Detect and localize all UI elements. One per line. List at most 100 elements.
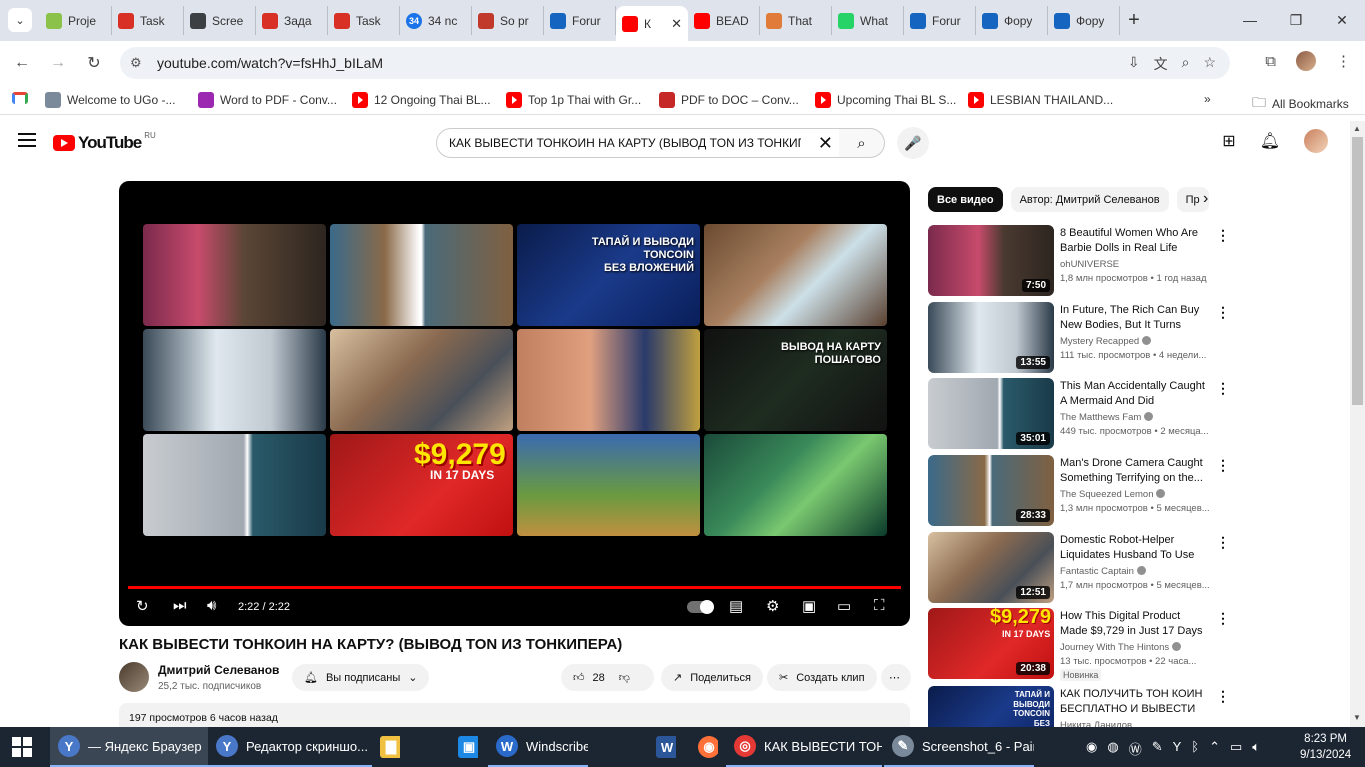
video-thumbnail[interactable]: 12:51: [928, 532, 1054, 603]
battery-icon[interactable]: ▭: [1230, 739, 1242, 758]
channel-name[interactable]: Mystery Recapped: [1060, 336, 1152, 347]
endscreen-video-8[interactable]: [143, 434, 326, 536]
video-player[interactable]: ТАПАЙ И ВЫВОДИ TONCOIN БЕЗ ВЛОЖЕНИЙ ВЫВОД…: [119, 181, 910, 626]
recommended-video[interactable]: $9,279 IN 17 DAYS 20:38 How This Digital Pr…: [928, 608, 1230, 681]
more-menu-icon[interactable]: ⋮: [1336, 52, 1351, 70]
windows-start-icon[interactable]: [12, 737, 32, 757]
tab-4[interactable]: Task: [328, 6, 400, 35]
bookmark-4[interactable]: Top 1p Thai with Gr...: [506, 92, 641, 108]
tab-11[interactable]: What: [832, 6, 904, 35]
maximize-button[interactable]: ❐: [1273, 0, 1319, 40]
taskbar-item-2[interactable]: ▇: [372, 727, 400, 767]
forward-button[interactable]: →: [46, 51, 70, 75]
address-bar[interactable]: ⚙ youtube.com/watch?v=fsHhJ_bILaM ⇩ 文 ⌕ …: [120, 47, 1230, 79]
url-text[interactable]: youtube.com/watch?v=fsHhJ_bILaM: [157, 55, 383, 71]
channel-name[interactable]: The Squeezed Lemon: [1060, 489, 1166, 500]
tab-10[interactable]: That: [760, 6, 832, 35]
endscreen-video-5[interactable]: [330, 329, 513, 431]
subtitles-icon[interactable]: ▤: [729, 597, 743, 615]
minimize-button[interactable]: —: [1227, 0, 1273, 40]
scrollbar-thumb[interactable]: [1352, 137, 1363, 405]
endscreen-video-6[interactable]: [517, 329, 700, 431]
bookmark-0[interactable]: [12, 92, 28, 104]
endscreen-video-10[interactable]: [517, 434, 700, 536]
endscreen-video-2[interactable]: ТАПАЙ И ВЫВОДИ TONCOIN БЕЗ ВЛОЖЕНИЙ: [517, 224, 700, 326]
page-scrollbar[interactable]: ▲ ▼: [1350, 121, 1365, 727]
more-actions-button[interactable]: ⋯: [881, 664, 911, 691]
endscreen-video-3[interactable]: [704, 224, 887, 326]
tab-1[interactable]: Task: [112, 6, 184, 35]
taskbar-item-0[interactable]: Y — Яндекс Браузер: [50, 727, 208, 767]
bookmark-6[interactable]: Upcoming Thai BL S...: [815, 92, 956, 108]
translate-icon[interactable]: 文: [1154, 54, 1168, 74]
chrome-tray-icon[interactable]: ◉: [1086, 739, 1097, 758]
tab-5[interactable]: 34 34 nc: [400, 6, 472, 35]
tab-2[interactable]: Scree: [184, 6, 256, 35]
progress-bar[interactable]: [128, 586, 901, 589]
search-button[interactable]: ⌕: [839, 128, 885, 158]
recommended-video[interactable]: 12:51 Domestic Robot-Helper Liquidates Hu…: [928, 532, 1230, 604]
taskbar-clock[interactable]: 8:23 PM 9/13/2024: [1300, 731, 1351, 763]
create-video-icon[interactable]: ⊞: [1222, 131, 1235, 151]
endscreen-video-11[interactable]: [704, 434, 887, 536]
bookmark-star-icon[interactable]: ☆: [1203, 54, 1216, 74]
tab-search-button[interactable]: ⌄: [8, 8, 32, 32]
scroll-down-icon[interactable]: ▼: [1353, 713, 1361, 722]
more-options-icon[interactable]: ⋮: [1216, 610, 1230, 627]
channel-name[interactable]: Fantastic Captain: [1060, 566, 1146, 577]
like-button[interactable]: 👍︎: [573, 671, 585, 684]
chip-0[interactable]: Все видео: [928, 187, 1003, 212]
video-title[interactable]: Man's Drone Camera Caught Something Terr…: [1060, 456, 1210, 486]
install-app-icon[interactable]: ⇩: [1128, 54, 1140, 74]
youtube-logo[interactable]: YouTube RU: [53, 131, 156, 153]
autoplay-toggle[interactable]: [687, 600, 714, 614]
close-window-button[interactable]: ✕: [1319, 0, 1365, 40]
tray-app-icon[interactable]: ◍: [1107, 739, 1118, 758]
video-title[interactable]: КАК ПОЛУЧИТЬ ТОН КОИН БЕСПЛАТНО И ВЫВЕСТ…: [1060, 687, 1210, 717]
video-thumbnail[interactable]: 7:50: [928, 225, 1054, 296]
more-options-icon[interactable]: ⋮: [1216, 457, 1230, 474]
recommended-video[interactable]: 35:01 This Man Accidentally Caught A Merm…: [928, 378, 1230, 450]
taskbar-item-1[interactable]: Y Редактор скриншо...: [208, 727, 372, 767]
more-options-icon[interactable]: ⋮: [1216, 304, 1230, 321]
next-icon[interactable]: ⏭: [173, 597, 187, 614]
video-thumbnail[interactable]: 13:55: [928, 302, 1054, 373]
all-bookmarks-button[interactable]: 🗀 All Bookmarks: [1252, 92, 1349, 116]
hamburger-menu-icon[interactable]: [18, 133, 36, 147]
windscribe-tray-icon[interactable]: Ⓦ: [1129, 739, 1142, 758]
endscreen-video-4[interactable]: [143, 329, 326, 431]
more-options-icon[interactable]: ⋮: [1216, 380, 1230, 397]
notifications-bell-icon[interactable]: 🔔︎: [1260, 131, 1280, 151]
video-thumbnail[interactable]: 35:01: [928, 378, 1054, 449]
clear-search-icon[interactable]: ✕: [818, 133, 833, 154]
channel-name[interactable]: Journey With The Hintons: [1060, 642, 1182, 653]
chip-1[interactable]: Автор: Дмитрий Селеванов: [1010, 187, 1169, 212]
tab-0[interactable]: Proje: [40, 6, 112, 35]
chips-next-icon[interactable]: ›: [1203, 190, 1208, 208]
tray-chevron-icon[interactable]: ⌃: [1209, 739, 1220, 758]
bookmark-3[interactable]: 12 Ongoing Thai BL...: [352, 92, 491, 108]
video-title[interactable]: How This Digital Product Made $9,729 in …: [1060, 609, 1210, 639]
subscribed-button[interactable]: 🔔︎ Вы подписаны ⌄: [292, 664, 430, 691]
volume-icon[interactable]: 🔊︎: [207, 597, 216, 614]
tab-6[interactable]: So pr: [472, 6, 544, 35]
recommended-video[interactable]: 28:33 Man's Drone Camera Caught Something…: [928, 455, 1230, 527]
account-avatar[interactable]: [1304, 129, 1328, 153]
tab-9[interactable]: BEAD: [688, 6, 760, 35]
theater-mode-icon[interactable]: ▭: [837, 597, 851, 615]
site-info-icon[interactable]: ⚙: [130, 55, 142, 71]
more-options-icon[interactable]: ⋮: [1216, 534, 1230, 551]
more-options-icon[interactable]: ⋮: [1216, 227, 1230, 244]
channel-name[interactable]: The Matthews Fam: [1060, 412, 1154, 423]
search-input[interactable]: КАК ВЫВЕСТИ ТОНКОИН НА КАРТУ (ВЫВОД TON …: [436, 128, 840, 158]
taskbar-item-8[interactable]: ✎ Screenshot_6 - Paint: [884, 727, 1034, 767]
channel-name[interactable]: ohUNIVERSE: [1060, 259, 1119, 270]
new-tab-button[interactable]: +: [1120, 6, 1148, 35]
endscreen-video-7[interactable]: ВЫВОД НА КАРТУ ПОШАГОВО: [704, 329, 887, 431]
back-button[interactable]: ←: [10, 51, 34, 75]
video-title[interactable]: This Man Accidentally Caught A Mermaid A…: [1060, 379, 1210, 409]
tab-3[interactable]: Зада: [256, 6, 328, 35]
taskbar-item-3[interactable]: ▣: [450, 727, 478, 767]
reload-button[interactable]: ↻: [82, 51, 106, 75]
endscreen-video-9[interactable]: $9,279 IN 17 DAYS: [330, 434, 513, 536]
